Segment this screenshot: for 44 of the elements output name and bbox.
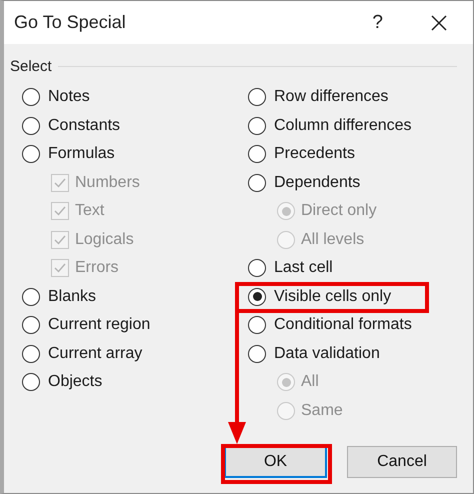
radio-button[interactable] bbox=[248, 174, 266, 192]
radio-button[interactable] bbox=[22, 88, 40, 106]
option-label: Current array bbox=[48, 344, 142, 363]
cancel-button[interactable]: Cancel bbox=[347, 446, 457, 478]
option-label: Direct only bbox=[301, 202, 377, 220]
radio-button[interactable] bbox=[248, 88, 266, 106]
option-label: Same bbox=[301, 402, 343, 420]
option-label: Constants bbox=[48, 116, 120, 135]
option-label: Logicals bbox=[75, 230, 134, 249]
option-label: Data validation bbox=[274, 344, 380, 363]
radio-button[interactable] bbox=[22, 288, 40, 306]
option-label: Blanks bbox=[48, 288, 96, 306]
radio-button[interactable] bbox=[22, 373, 40, 392]
option-label: Last cell bbox=[274, 259, 333, 278]
radio-button[interactable] bbox=[22, 145, 40, 164]
radio-button[interactable] bbox=[248, 344, 266, 363]
option-label: Current region bbox=[48, 316, 150, 334]
option-label: All bbox=[301, 373, 319, 392]
radio-button[interactable] bbox=[22, 344, 40, 363]
option-label: Notes bbox=[48, 88, 90, 106]
option-label: Row differences bbox=[274, 88, 388, 106]
option-label: Conditional formats bbox=[274, 316, 412, 334]
radio-button[interactable] bbox=[248, 316, 266, 334]
option-label: Numbers bbox=[75, 174, 140, 192]
option-label: Dependents bbox=[274, 174, 360, 192]
radio-button[interactable] bbox=[248, 116, 266, 135]
option-label: Errors bbox=[75, 259, 119, 278]
window-title: Go To Special bbox=[14, 12, 127, 33]
option-label: Visible cells only bbox=[274, 288, 392, 306]
option-label: Text bbox=[75, 202, 104, 220]
radio-button[interactable] bbox=[22, 116, 40, 135]
close-icon[interactable] bbox=[429, 12, 449, 32]
option-label: Column differences bbox=[274, 116, 412, 135]
option-label: Formulas bbox=[48, 145, 115, 164]
option-label: Objects bbox=[48, 373, 102, 392]
ok-button[interactable]: OK bbox=[224, 446, 327, 478]
radio-button[interactable] bbox=[248, 145, 266, 164]
option-label: All levels bbox=[301, 230, 364, 249]
group-label: Select bbox=[10, 58, 52, 75]
help-button[interactable]: ? bbox=[368, 12, 387, 34]
radio-button[interactable] bbox=[22, 316, 40, 334]
option-label: Precedents bbox=[274, 145, 355, 164]
radio-button[interactable] bbox=[248, 259, 266, 278]
radio-button[interactable] bbox=[248, 288, 266, 306]
